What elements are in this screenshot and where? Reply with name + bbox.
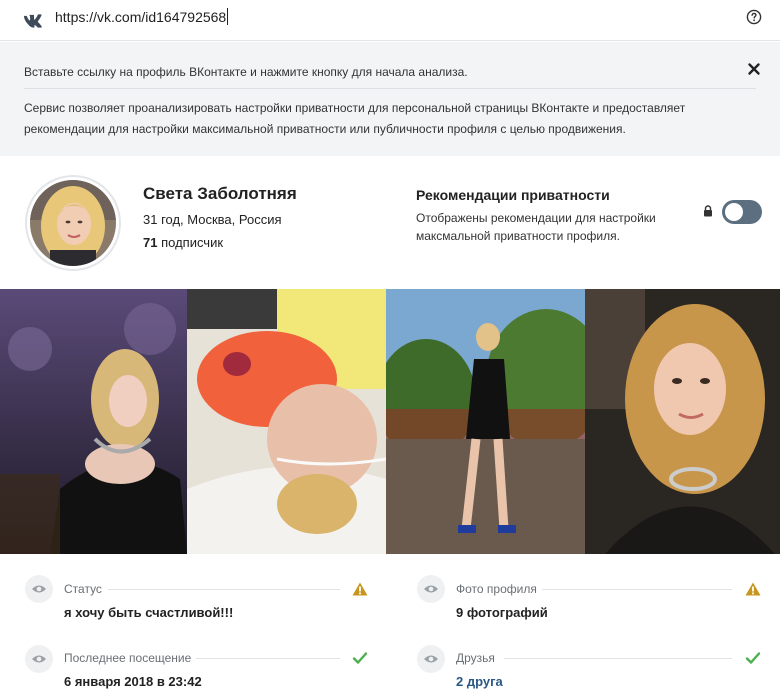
lock-icon <box>704 205 712 217</box>
friends-label: Друзья <box>456 651 495 665</box>
last-seen-label: Последнее посещение <box>64 651 192 665</box>
photo-2[interactable] <box>187 289 386 554</box>
eye-icon <box>25 645 53 673</box>
photo-4[interactable] <box>585 289 780 554</box>
avatar[interactable] <box>30 180 116 266</box>
recommendations-description: Отображены рекомендации для настройки ма… <box>416 211 656 243</box>
status-value: я хочу быть счастливой!!! <box>64 605 234 620</box>
info-panel: Вставьте ссылку на профиль ВКонтакте и н… <box>0 42 780 156</box>
privacy-toggle[interactable] <box>722 200 762 224</box>
status-label: Статус <box>64 582 102 596</box>
warning-icon <box>745 582 761 596</box>
warning-icon <box>352 582 368 596</box>
photo-label: Фото профиля <box>456 582 537 596</box>
description-line-2: рекомендации для настройки максимальной … <box>24 122 626 136</box>
divider <box>108 589 340 590</box>
check-icon <box>352 652 368 664</box>
check-icon <box>745 652 761 664</box>
profile-name: Света Заболотняя <box>143 184 297 203</box>
eye-icon <box>25 575 53 603</box>
last-seen-value: 6 января 2018 в 23:42 <box>64 674 202 689</box>
text-caret <box>227 8 229 25</box>
photo-3[interactable] <box>386 289 585 554</box>
divider <box>504 658 732 659</box>
eye-icon <box>417 575 445 603</box>
subscribers-label: подписчик <box>157 235 224 250</box>
profile-location: 31 год, Москва, Россия <box>143 212 282 227</box>
photo-value: 9 фотографий <box>456 605 548 620</box>
service-description: Сервис позволяет проанализировать настро… <box>24 98 724 140</box>
eye-icon <box>417 645 445 673</box>
description-line-1: Сервис позволяет проанализировать настро… <box>24 101 686 115</box>
vk-logo-icon <box>23 14 42 28</box>
question-circle-icon[interactable] <box>746 9 762 25</box>
subscribers-number: 71 <box>143 235 158 250</box>
url-input[interactable]: https://vk.com/id164792568 <box>55 8 229 25</box>
photo-strip <box>0 289 780 554</box>
friends-link[interactable]: 2 друга <box>456 674 503 689</box>
recommendations-title: Рекомендации приватности <box>416 187 610 203</box>
divider <box>196 658 340 659</box>
divider <box>24 88 756 89</box>
toggle-knob <box>725 203 743 221</box>
close-icon[interactable] <box>747 62 761 76</box>
instruction-text: Вставьте ссылку на профиль ВКонтакте и н… <box>24 65 468 79</box>
subscribers-count: 71 подписчик <box>143 235 223 250</box>
photo-1[interactable] <box>0 289 187 554</box>
divider <box>542 589 732 590</box>
address-bar: https://vk.com/id164792568 <box>0 0 780 41</box>
